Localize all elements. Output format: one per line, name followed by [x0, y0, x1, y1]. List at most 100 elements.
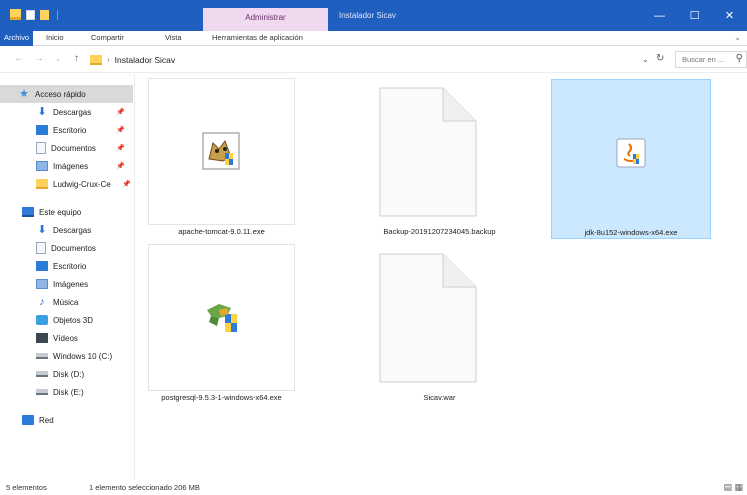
nav-item-label: Red — [39, 415, 54, 425]
nav-item-drive-e[interactable]: Disk (E:) — [0, 383, 133, 401]
refresh-icon[interactable]: ↻ — [656, 53, 664, 64]
nav-item-drive-c[interactable]: Windows 10 (C:) — [0, 347, 133, 365]
file-thumbnail — [148, 244, 295, 391]
nav-item-imagenes[interactable]: Imágenes — [0, 275, 133, 293]
file-tile[interactable]: Sicav.war — [354, 240, 507, 402]
nav-item-descargas-quick[interactable]: ⬇ Descargas 📌 — [0, 103, 133, 121]
nav-item-label: Vídeos — [53, 333, 78, 343]
generic-file-icon — [379, 253, 477, 383]
file-name: jdk-8u152-windows-x64.exe — [552, 228, 710, 237]
file-tile-selected[interactable]: jdk-8u152-windows-x64.exe — [551, 79, 711, 239]
objects-3d-icon — [36, 315, 48, 325]
desktop-icon — [36, 261, 48, 271]
nav-item-label: Documentos — [51, 143, 96, 153]
address-path[interactable]: › Instalador Sicav — [90, 51, 670, 68]
folder-icon — [90, 54, 102, 65]
generic-file-icon — [379, 87, 477, 217]
desktop-icon — [36, 125, 48, 135]
nav-item-escritorio-quick[interactable]: Escritorio 📌 — [0, 121, 133, 139]
nav-item-ludwig[interactable]: Ludwig-Crux-Ce 📌 — [0, 175, 133, 193]
folder-icon — [10, 9, 21, 20]
documents-icon — [36, 142, 46, 154]
drive-icon — [36, 389, 48, 395]
up-arrow-icon[interactable]: ↑ — [74, 53, 79, 64]
chevron-down-icon[interactable]: ⌄ — [642, 55, 649, 64]
search-icon: ⚲ — [735, 53, 743, 64]
nav-item-este-equipo[interactable]: Este equipo — [0, 203, 133, 221]
selection-info: 1 elemento seleccionado 206 MB — [89, 483, 200, 492]
view-toggle-icon[interactable]: ▤ ▦ — [723, 482, 743, 493]
network-icon — [22, 415, 34, 425]
nav-item-label: Descargas — [53, 107, 92, 117]
nav-item-acceso-rapido[interactable]: ★ Acceso rápido — [0, 85, 133, 103]
new-folder-icon[interactable] — [40, 9, 49, 20]
minimize-button[interactable]: — — [642, 0, 677, 31]
quick-access-toolbar — [10, 9, 58, 20]
pin-icon[interactable]: 📌 — [122, 180, 131, 188]
close-button[interactable]: ✕ — [712, 0, 747, 31]
search-placeholder: Buscar en ... — [682, 55, 725, 64]
title-bar: Administrar Instalador Sicav — ☐ ✕ — [0, 0, 747, 31]
nav-item-escritorio[interactable]: Escritorio — [0, 257, 133, 275]
item-count: 5 elementos — [6, 483, 47, 492]
recent-locations-icon[interactable]: ⌄ — [55, 55, 61, 63]
pin-icon[interactable]: 📌 — [116, 162, 125, 170]
nav-item-red[interactable]: Red — [0, 411, 133, 429]
star-icon: ★ — [19, 88, 29, 100]
maximize-button[interactable]: ☐ — [677, 0, 712, 31]
tab-herramientas[interactable]: Herramientas de aplicación — [212, 31, 303, 46]
pin-icon[interactable]: 📌 — [116, 108, 125, 116]
nav-item-documentos-quick[interactable]: Documentos 📌 — [0, 139, 133, 157]
drive-icon — [36, 371, 48, 377]
nav-item-documentos[interactable]: Documentos — [0, 239, 133, 257]
nav-item-label: Disk (D:) — [53, 369, 85, 379]
context-tab-administrar[interactable]: Administrar — [203, 8, 328, 31]
search-input[interactable]: Buscar en ... ⚲ — [675, 51, 747, 68]
nav-item-label: Escritorio — [53, 261, 87, 271]
nav-item-label: Documentos — [51, 243, 96, 253]
navigation-pane: ★ Acceso rápido ⬇ Descargas 📌 Escritorio… — [0, 74, 135, 480]
documents-icon — [36, 242, 46, 254]
nav-item-videos[interactable]: Vídeos — [0, 329, 133, 347]
window-controls: — ☐ ✕ — [642, 0, 747, 31]
file-tile[interactable]: postgresql-9.5.3-1-windows-x64.exe — [136, 240, 295, 402]
file-list: apache-tomcat-9.0.11.exe Backup-20191207… — [136, 74, 747, 480]
tab-vista[interactable]: Vista — [165, 31, 182, 46]
nav-item-label: Música — [53, 297, 79, 307]
pin-icon[interactable]: 📌 — [116, 144, 125, 152]
status-bar: 5 elementos 1 elemento seleccionado 206 … — [0, 480, 747, 495]
tab-compartir[interactable]: Compartir — [91, 31, 124, 46]
nav-item-objetos-3d[interactable]: Objetos 3D — [0, 311, 133, 329]
chevron-right-icon[interactable]: › — [107, 55, 110, 64]
forward-arrow-icon[interactable]: → — [34, 53, 44, 64]
file-name: apache-tomcat-9.0.11.exe — [178, 227, 265, 236]
nav-item-label: Ludwig-Crux-Ce — [53, 179, 111, 189]
nav-item-musica[interactable]: ♪ Música — [0, 293, 133, 311]
file-name: Backup-20191207234045.backup — [383, 227, 496, 236]
videos-icon — [36, 333, 48, 343]
music-icon: ♪ — [39, 296, 45, 308]
file-tile[interactable]: Backup-20191207234045.backup — [354, 74, 507, 236]
nav-item-label: Escritorio — [53, 125, 87, 135]
breadcrumb-current[interactable]: Instalador Sicav — [115, 55, 175, 65]
expand-ribbon-icon[interactable]: ⌄ — [734, 33, 741, 42]
back-arrow-icon[interactable]: ← — [14, 53, 24, 64]
drive-icon — [36, 353, 48, 359]
nav-item-imagenes-quick[interactable]: Imágenes 📌 — [0, 157, 133, 175]
address-bar: ← → ⌄ ↑ › Instalador Sicav ⌄ ↻ Buscar en… — [0, 47, 747, 73]
nav-item-label: Este equipo — [39, 207, 82, 217]
file-tile[interactable]: apache-tomcat-9.0.11.exe — [136, 74, 295, 236]
nav-item-label: Descargas — [53, 225, 92, 235]
nav-item-drive-d[interactable]: Disk (D:) — [0, 365, 133, 383]
nav-item-descargas[interactable]: ⬇ Descargas — [0, 221, 133, 239]
tab-inicio[interactable]: Inicio — [46, 31, 64, 46]
nav-item-label: Disk (E:) — [53, 387, 84, 397]
window-title: Instalador Sicav — [339, 11, 396, 20]
pin-icon[interactable]: 📌 — [116, 126, 125, 134]
tab-archivo[interactable]: Archivo — [0, 31, 34, 46]
nav-item-label: Objetos 3D — [53, 315, 94, 325]
postgresql-installer-icon — [207, 304, 237, 332]
file-name: Sicav.war — [423, 393, 456, 402]
file-name: postgresql-9.5.3-1-windows-x64.exe — [161, 393, 282, 402]
properties-icon[interactable] — [26, 9, 35, 20]
